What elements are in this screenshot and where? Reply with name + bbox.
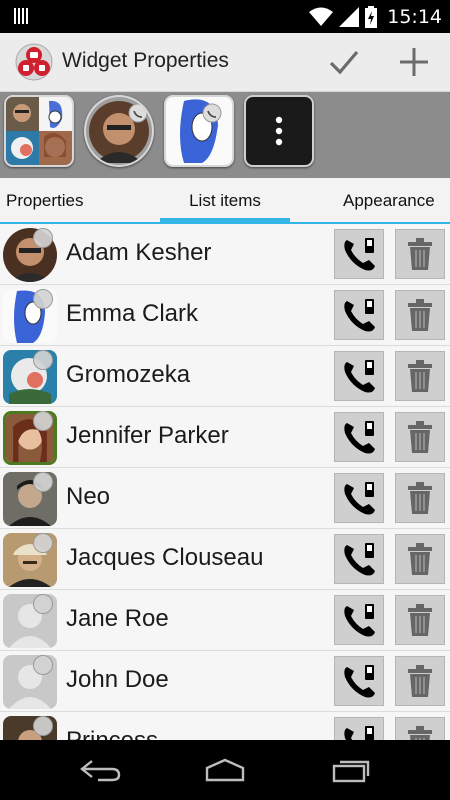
add-icon — [400, 48, 428, 76]
trash-icon — [408, 299, 432, 331]
contact-name: Jacques Clouseau — [66, 544, 264, 571]
action-bar: Widget Properties — [0, 33, 450, 92]
status-bar: 15:14 — [0, 0, 450, 33]
call-badge-icon — [33, 655, 53, 675]
trash-icon — [408, 604, 432, 636]
phone-icon — [344, 604, 375, 637]
widget-tile-group[interactable] — [4, 95, 74, 167]
group-collage-icon — [6, 97, 72, 165]
tab-bar: Properties List items Appearance — [0, 178, 450, 224]
signal-icon — [339, 6, 360, 27]
delete-button[interactable] — [395, 534, 445, 584]
widget-tile-emma[interactable] — [164, 95, 234, 167]
tab-appearance[interactable]: Appearance — [343, 178, 435, 224]
widget-preview-strip — [0, 92, 450, 178]
tab-properties[interactable]: Properties — [6, 178, 83, 224]
trash-icon — [408, 482, 432, 514]
back-button[interactable] — [70, 752, 130, 788]
list-item[interactable]: Adam Kesher — [0, 224, 450, 285]
contact-name: Emma Clark — [66, 300, 199, 327]
delete-button[interactable] — [395, 290, 445, 340]
list-item[interactable]: John Doe — [0, 651, 450, 712]
barcode-icon — [14, 8, 28, 24]
list-item[interactable]: Gromozeka — [0, 346, 450, 407]
call-badge-icon — [33, 594, 53, 614]
contact-name: Gromozeka — [66, 361, 191, 388]
call-button[interactable] — [334, 229, 384, 279]
list-item[interactable]: Jane Roe — [0, 590, 450, 651]
call-badge-icon — [33, 289, 53, 309]
trash-icon — [408, 360, 432, 392]
delete-button[interactable] — [395, 595, 445, 645]
battery-charging-icon — [365, 5, 378, 28]
widget-tile-adam[interactable] — [84, 95, 154, 167]
contact-name: Jane Roe — [66, 605, 169, 632]
delete-button[interactable] — [395, 351, 445, 401]
widget-tile-more[interactable] — [244, 95, 314, 167]
delete-button[interactable] — [395, 656, 445, 706]
add-button[interactable] — [392, 41, 436, 83]
trash-icon — [408, 238, 432, 270]
phone-icon — [344, 665, 375, 698]
back-icon — [80, 760, 121, 782]
trash-icon — [408, 726, 432, 740]
phone-icon — [344, 238, 375, 271]
contact-name: Princess — [66, 727, 158, 740]
delete-button[interactable] — [395, 229, 445, 279]
delete-button[interactable] — [395, 473, 445, 523]
app-logo-icon — [15, 43, 53, 81]
more-vertical-icon — [275, 116, 283, 146]
status-time: 15:14 — [387, 5, 442, 28]
call-button[interactable] — [334, 656, 384, 706]
phone-icon — [344, 482, 375, 515]
navigation-bar — [0, 740, 450, 800]
confirm-button[interactable] — [322, 41, 366, 83]
trash-icon — [408, 543, 432, 575]
trash-icon — [408, 665, 432, 697]
call-button[interactable] — [334, 595, 384, 645]
phone-icon — [344, 299, 375, 332]
emma-clark-portrait — [166, 97, 232, 165]
wifi-icon — [309, 7, 334, 26]
call-badge-icon — [33, 350, 53, 370]
contact-list[interactable]: Adam Kesher Emma Clark Gromozeka Jennife… — [0, 224, 450, 740]
home-button[interactable] — [195, 752, 255, 788]
contact-name: Jennifer Parker — [66, 422, 229, 449]
contact-name: Adam Kesher — [66, 239, 212, 266]
list-item[interactable]: Princess — [0, 712, 450, 740]
call-button[interactable] — [334, 473, 384, 523]
phone-icon — [344, 421, 375, 454]
call-button[interactable] — [334, 534, 384, 584]
list-item[interactable]: Emma Clark — [0, 285, 450, 346]
page-title: Widget Properties — [62, 49, 229, 72]
delete-button[interactable] — [395, 412, 445, 462]
call-badge-icon — [33, 228, 53, 248]
call-button[interactable] — [334, 412, 384, 462]
adam-kesher-portrait — [89, 101, 149, 163]
list-item[interactable]: Jacques Clouseau — [0, 529, 450, 590]
recent-apps-icon — [332, 760, 370, 783]
check-icon — [329, 50, 359, 75]
call-badge-icon — [33, 411, 53, 431]
home-icon — [205, 758, 245, 782]
call-badge-icon — [33, 533, 53, 553]
list-item[interactable]: Neo — [0, 468, 450, 529]
contact-name: John Doe — [66, 666, 169, 693]
phone-icon — [344, 360, 375, 393]
call-button[interactable] — [334, 290, 384, 340]
recent-apps-button[interactable] — [322, 752, 382, 788]
call-button[interactable] — [334, 351, 384, 401]
phone-icon — [344, 543, 375, 576]
contact-name: Neo — [66, 483, 111, 510]
delete-button[interactable] — [395, 717, 445, 740]
list-item[interactable]: Jennifer Parker — [0, 407, 450, 468]
call-badge-icon — [33, 472, 53, 492]
call-button[interactable] — [334, 717, 384, 740]
phone-icon — [344, 726, 374, 740]
trash-icon — [408, 421, 432, 453]
call-badge-icon — [33, 716, 53, 736]
